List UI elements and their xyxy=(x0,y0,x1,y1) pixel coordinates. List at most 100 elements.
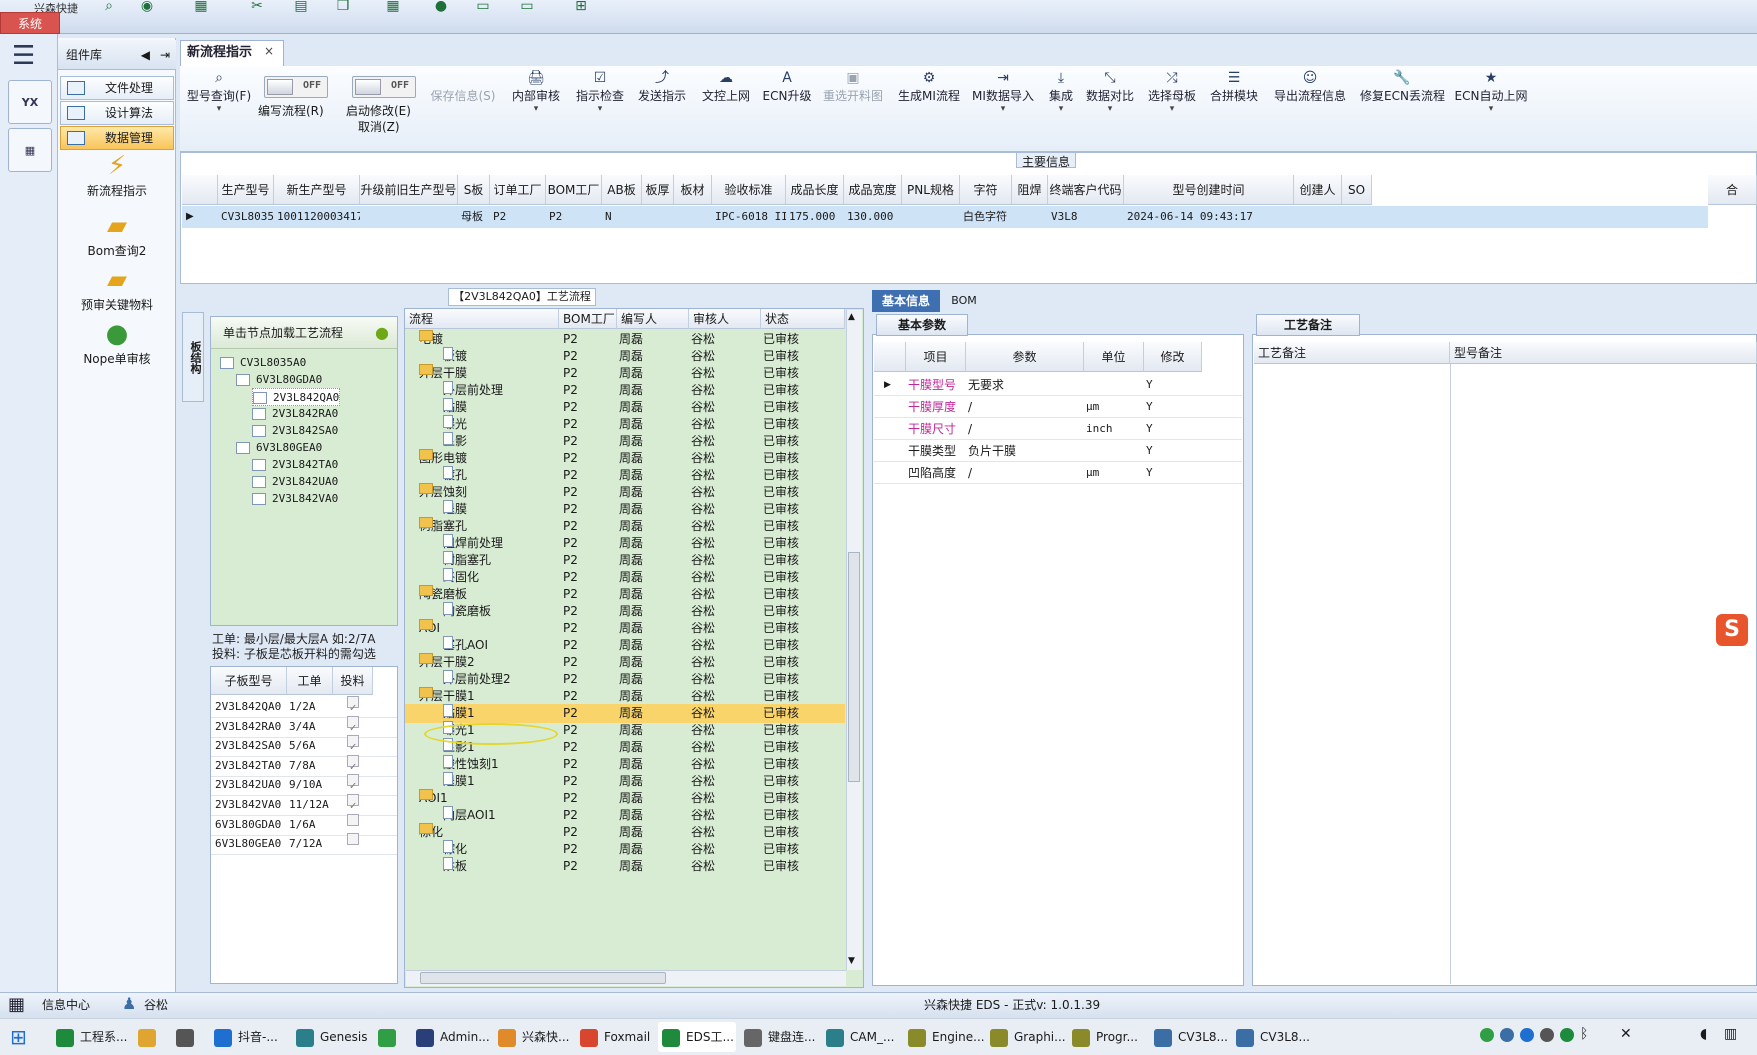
table-row[interactable]: 6V3L80GEA0 7/12A xyxy=(211,833,397,856)
taskbar-item[interactable]: CAM_... xyxy=(822,1022,900,1052)
monitor-icon[interactable]: ▭ xyxy=(470,0,496,13)
data-compare-button[interactable]: ⤡ 数据对比 ▾ xyxy=(1084,68,1136,138)
windows-icon[interactable]: ⊞ xyxy=(568,0,594,13)
taskbar-item[interactable]: CV3L8... xyxy=(1150,1022,1228,1052)
board-structure-tab[interactable]: 板结构 xyxy=(182,312,204,402)
reselect-cutting-button[interactable]: ▣ 重选开料图 xyxy=(818,68,888,138)
table-row[interactable]: ▶ 干膜型号 无要求 Y xyxy=(874,374,1242,396)
user-icon[interactable]: ● xyxy=(428,0,454,13)
tree-node[interactable]: 2V3L842RA0 xyxy=(252,405,338,423)
close-icon[interactable]: × xyxy=(264,44,274,58)
taskbar-item[interactable]: Graphi... xyxy=(986,1022,1066,1052)
table-row[interactable]: 干膜厚度 / μm Y xyxy=(874,396,1242,418)
doc-control-online-button[interactable]: ☁ 文控上网 xyxy=(698,68,754,138)
checkbox[interactable]: ✓ xyxy=(347,715,359,734)
system-button[interactable]: 系统 xyxy=(0,12,60,34)
rail-badge[interactable]: YX xyxy=(8,80,52,124)
tab-bom[interactable]: BOM xyxy=(944,290,984,312)
checkbox[interactable]: ✓ xyxy=(347,774,359,792)
taskbar-item[interactable]: 抖音-... xyxy=(210,1022,288,1052)
taskbar-item[interactable]: Engine... xyxy=(904,1022,985,1052)
taskbar-item[interactable]: 工程系... xyxy=(52,1022,130,1052)
table-row[interactable]: 凹陷高度 / μm Y xyxy=(874,462,1242,484)
tree-node[interactable]: 2V3L842VA0 xyxy=(252,490,338,508)
integrate-button[interactable]: ⤓ 集成 ▾ xyxy=(1044,68,1078,138)
tray-icon[interactable] xyxy=(1560,1028,1574,1042)
taskbar-item[interactable]: CV3L8... xyxy=(1232,1022,1310,1052)
launcher-key-material[interactable]: ▰ 预审关键物料 xyxy=(62,264,172,318)
scroll-up-icon[interactable]: ▲ xyxy=(848,312,855,322)
taskbar-item[interactable]: Genesis xyxy=(292,1022,370,1052)
table-row[interactable]: 干膜类型 负片干膜 Y xyxy=(874,440,1242,462)
scroll-thumb[interactable] xyxy=(848,552,860,782)
collapse-left-icon[interactable]: ◀ xyxy=(141,40,150,70)
tree-node[interactable]: 6V3L80GDA0 xyxy=(236,371,322,389)
sidebar-item-data-management[interactable]: 数据管理 xyxy=(60,126,174,150)
merge-module-button[interactable]: ☰ 合拼模块 xyxy=(1208,68,1260,138)
tree-node[interactable]: CV3L8035A0 xyxy=(220,354,306,372)
checkbox[interactable]: ✓ xyxy=(347,696,359,714)
tray-icon[interactable] xyxy=(1500,1028,1514,1042)
checkbox[interactable] xyxy=(347,813,359,826)
globe-icon[interactable]: ◉ xyxy=(134,0,160,13)
tab-basic-params[interactable]: 基本参数 xyxy=(876,314,968,336)
launcher-new-flow[interactable]: ⚡ 新流程指示 xyxy=(62,150,172,204)
taskbar-item[interactable] xyxy=(134,1022,168,1052)
film-icon[interactable]: ▤ xyxy=(288,0,314,13)
save-info-button[interactable]: 保存信息(S) xyxy=(428,68,498,138)
launcher-bom-query[interactable]: ▰ Bom查询2 xyxy=(62,210,172,264)
checkbox[interactable]: ✓ xyxy=(347,735,359,753)
network-icon[interactable]: ▥ xyxy=(1724,1026,1737,1042)
table-row[interactable]: 干膜尺寸 / inch Y xyxy=(874,418,1242,440)
start-modify-toggle[interactable]: OFF xyxy=(352,76,416,98)
menu-icon[interactable]: ☰ xyxy=(12,43,42,69)
ecn-upgrade-button[interactable]: A ECN升级 xyxy=(762,68,812,138)
select-mother-board-button[interactable]: ⤮ 选择母板 ▾ xyxy=(1146,68,1198,138)
scroll-down-icon[interactable]: ▼ xyxy=(848,956,855,966)
launcher-nope-review[interactable]: ● Nope单审核 xyxy=(62,318,172,372)
windows-start-icon[interactable]: ⊞ xyxy=(10,1026,27,1048)
tab-basic-info[interactable]: 基本信息 xyxy=(872,290,940,312)
tree-node[interactable]: 2V3L842TA0 xyxy=(252,456,338,474)
taskbar-item[interactable] xyxy=(172,1022,206,1052)
taskbar-item[interactable]: Admin... xyxy=(412,1022,490,1052)
pin-icon[interactable]: ⇥ xyxy=(160,40,170,70)
calculator-icon[interactable]: ▦ xyxy=(8,128,52,172)
send-instruction-button[interactable]: ⤴ 发送指示 xyxy=(634,68,690,138)
cancel-label[interactable]: 取消(Z) xyxy=(358,118,400,135)
checkbox[interactable] xyxy=(347,833,359,846)
bluetooth-icon[interactable]: ᛒ xyxy=(1580,1026,1588,1042)
taskbar-item[interactable]: EDS工... xyxy=(658,1022,736,1052)
export-icon[interactable]: ▭ xyxy=(514,0,540,13)
scissors-icon[interactable]: ✂ xyxy=(244,0,270,13)
tree-node[interactable]: 2V3L842SA0 xyxy=(252,422,338,440)
volume-icon[interactable]: ◖ xyxy=(1700,1026,1707,1042)
write-flow-toggle[interactable]: OFF xyxy=(264,76,328,98)
tree-node[interactable]: 2V3L842QA0 xyxy=(252,388,341,406)
tab-process-notes[interactable]: 工艺备注 xyxy=(1256,314,1360,336)
taskbar-item[interactable]: 兴森快... xyxy=(494,1022,572,1052)
scroll-thumb[interactable] xyxy=(420,972,666,984)
tray-icon[interactable] xyxy=(1480,1028,1494,1042)
flow-row[interactable]: 烘板 P2 周磊 谷松 已审核 xyxy=(405,857,845,876)
tree-node[interactable]: 2V3L842UA0 xyxy=(252,473,338,491)
info-center[interactable]: 信息中心 xyxy=(42,992,90,1018)
sogou-icon[interactable]: S xyxy=(1716,614,1748,646)
taskbar-item[interactable]: Progr... xyxy=(1068,1022,1146,1052)
tray-icon[interactable] xyxy=(1520,1028,1534,1042)
internal-review-button[interactable]: 🖨 内部审核 ▾ xyxy=(508,68,564,138)
checkbox[interactable]: ✓ xyxy=(347,794,359,812)
grid-icon[interactable]: ▦ xyxy=(188,0,214,13)
sidebar-item-design-algorithm[interactable]: 设计算法 xyxy=(60,101,174,125)
search-icon[interactable]: ⌕ xyxy=(96,0,122,13)
model-query-button[interactable]: ⌕ 型号查询(F) ▾ xyxy=(186,68,252,138)
mi-data-import-button[interactable]: ⇥ MI数据导入 ▾ xyxy=(970,68,1036,138)
taskbar-item[interactable]: Foxmail xyxy=(576,1022,654,1052)
copy-icon[interactable]: ❐ xyxy=(330,0,356,13)
ecn-auto-online-button[interactable]: ★ ECN自动上网 ▾ xyxy=(1454,68,1528,138)
checkbox[interactable]: ✓ xyxy=(347,754,359,773)
tree-node[interactable]: 6V3L80GEA0 xyxy=(236,439,322,457)
tray-icon[interactable] xyxy=(1540,1028,1554,1042)
sidebar-item-file-processing[interactable]: 文件处理 xyxy=(60,76,174,100)
apps-icon[interactable]: ▦ xyxy=(380,0,406,13)
